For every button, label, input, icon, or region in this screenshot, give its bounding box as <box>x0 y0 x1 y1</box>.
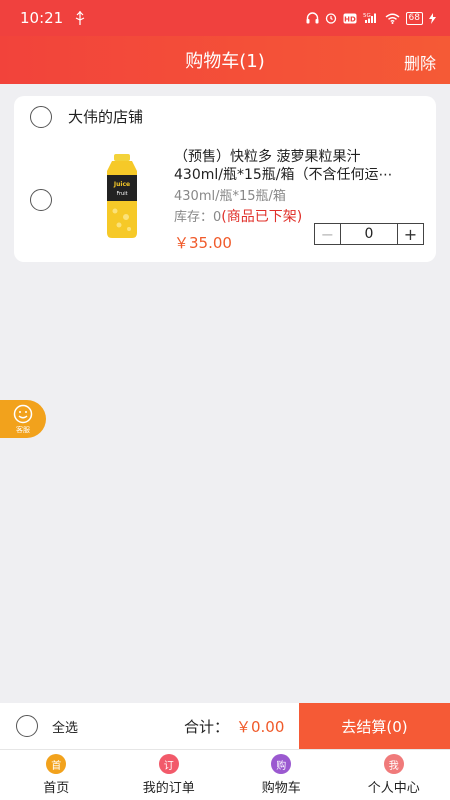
tab-home-label: 首页 <box>43 781 70 796</box>
tab-profile[interactable]: 我 个人中心 <box>338 750 450 800</box>
signal-icon: 5G <box>363 12 379 24</box>
checkout-button[interactable]: 去结算(0) <box>299 703 450 749</box>
product-title-line1: （预售）快粒多 菠萝果粒果汁 <box>174 149 361 165</box>
svg-text:5G: 5G <box>363 13 371 19</box>
total-value: ￥0.00 <box>236 718 285 736</box>
usb-icon <box>75 11 85 25</box>
tab-cart-label: 购物车 <box>261 781 301 796</box>
total-label: 合计： <box>184 718 230 736</box>
delete-button[interactable]: 删除 <box>404 50 436 74</box>
checkout-bar: 全选 合计： ￥0.00 去结算(0) <box>0 703 450 749</box>
product-image[interactable]: Juice Fruit <box>92 152 152 240</box>
stock-warning: (商品已下架) <box>221 209 303 225</box>
bottom-tab-bar: 首 首页 订 我的订单 购 购物车 我 个人中心 <box>0 749 450 800</box>
header: 购物车(1) 删除 <box>0 36 450 84</box>
store-card: 大伟的店铺 Juice Fruit （预售）快粒多 菠萝果粒果汁 430ml/瓶… <box>14 96 436 262</box>
tab-profile-label: 个人中心 <box>367 781 420 796</box>
product-title[interactable]: （预售）快粒多 菠萝果粒果汁 430ml/瓶*15瓶/箱（不含任何运⋯ <box>174 148 428 184</box>
status-time: 10:21 <box>20 9 64 27</box>
stock-count: 库存：0 <box>174 210 222 225</box>
decrease-button[interactable]: − <box>315 224 341 244</box>
tab-orders-label: 我的订单 <box>142 781 195 796</box>
product-select-radio[interactable] <box>30 189 52 211</box>
wifi-icon <box>385 13 400 24</box>
service-label: 客服 <box>16 425 30 434</box>
headphones-icon <box>306 12 319 24</box>
page-title: 购物车(1) <box>185 51 265 72</box>
hd-icon: HD <box>343 13 357 24</box>
customer-service-button[interactable]: 客服 <box>0 400 46 438</box>
battery-icon: 68 <box>405 11 423 25</box>
home-icon: 首 <box>46 754 67 774</box>
quantity-value[interactable]: 0 <box>341 224 397 244</box>
profile-icon: 我 <box>383 754 404 774</box>
juice-bottle-icon: Juice Fruit <box>107 154 137 238</box>
product-spec: 430ml/瓶*15瓶/箱 <box>174 189 286 204</box>
tab-cart[interactable]: 购 购物车 <box>225 750 338 800</box>
select-all-radio[interactable] <box>16 715 38 737</box>
tab-orders[interactable]: 订 我的订单 <box>113 750 226 800</box>
svg-text:Fruit: Fruit <box>116 191 127 197</box>
product-title-line2: 430ml/瓶*15瓶/箱（不含任何运⋯ <box>174 167 393 183</box>
status-bar: 10:21 HD 5G 68 <box>0 0 450 36</box>
charging-icon <box>429 12 436 24</box>
product-price: ￥35.00 <box>174 234 232 252</box>
svg-text:Juice: Juice <box>113 181 130 188</box>
smiley-icon <box>13 404 33 423</box>
status-right: HD 5G 68 <box>306 11 436 25</box>
orders-icon: 订 <box>158 754 179 774</box>
select-all-label[interactable]: 全选 <box>52 717 78 736</box>
cart-icon: 购 <box>271 754 292 774</box>
svg-text:HD: HD <box>344 15 356 23</box>
store-select-radio[interactable] <box>30 106 52 128</box>
store-name: 大伟的店铺 <box>68 108 144 126</box>
quantity-stepper: − 0 + <box>314 223 424 245</box>
alarm-icon <box>325 12 337 24</box>
status-left: 10:21 <box>20 9 85 27</box>
increase-button[interactable]: + <box>397 224 423 244</box>
tab-home[interactable]: 首 首页 <box>0 750 113 800</box>
product-stock: 库存：0(商品已下架) <box>174 206 302 226</box>
